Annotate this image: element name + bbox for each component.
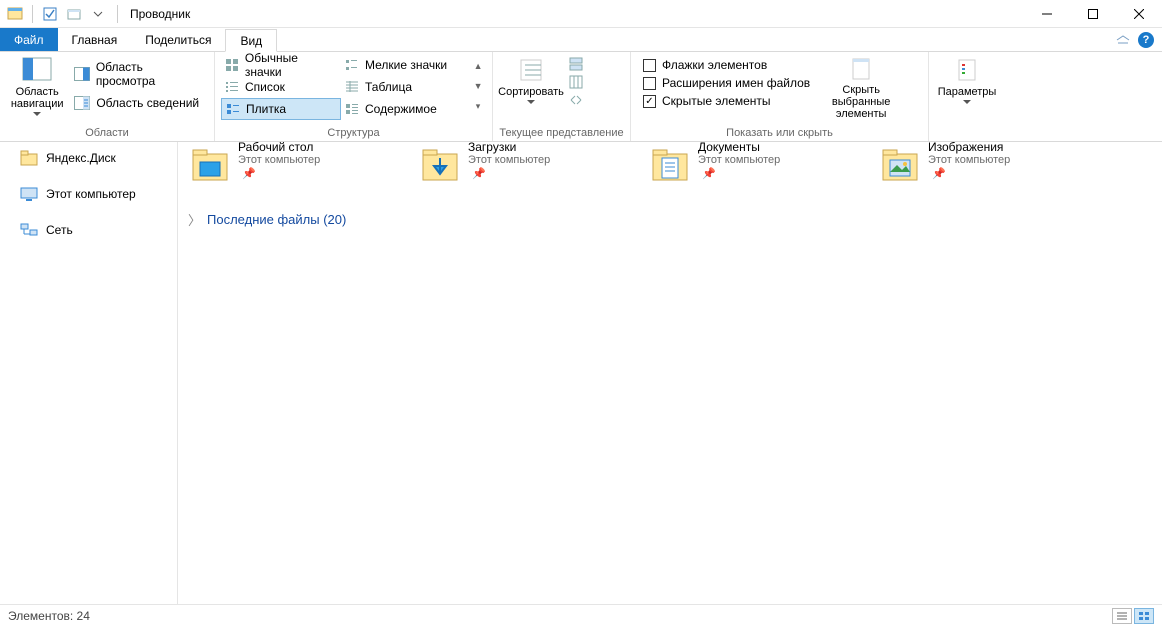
view-regular-icons[interactable]: Обычные значки [221,54,341,76]
folder-desktop-icon [190,144,230,184]
file-view[interactable]: Рабочий стол Этот компьютер 📌 Загрузки Э… [178,142,1162,604]
tab-file[interactable]: Файл [0,28,58,51]
status-count-value: 24 [77,609,90,623]
app-icon [4,3,26,25]
view-list[interactable]: Список [221,76,341,98]
status-details-view-button[interactable] [1112,608,1132,624]
group-currentview-label: Текущее представление [493,127,630,141]
minimize-ribbon-button[interactable] [1116,35,1130,45]
hide-selected-button[interactable]: Скрыть выбранные элементы [816,54,906,122]
close-button[interactable] [1116,0,1162,28]
navigation-pane-button[interactable]: Область навигации [6,54,68,119]
folder-documents-icon [650,144,690,184]
folder-downloads-icon [420,144,460,184]
quick-properties-button[interactable] [39,3,61,25]
pin-icon: 📌 [932,168,946,180]
file-extensions-toggle[interactable]: Расширения имен файлов [643,76,810,90]
hidden-items-toggle[interactable]: ✓ Скрытые элементы [643,94,810,108]
maximize-button[interactable] [1070,0,1116,28]
details-pane-button[interactable]: Область сведений [70,94,206,112]
sort-button[interactable]: Сортировать [499,54,563,107]
tile-location: Этот компьютер [698,154,780,166]
tab-view[interactable]: Вид [225,29,277,52]
group-layout-label: Структура [215,127,492,141]
ribbon-tabs: Файл Главная Поделиться Вид ? [0,28,1162,52]
quick-customize-button[interactable] [87,3,109,25]
group-panes-label: Области [0,127,214,141]
checkbox-icon [643,77,656,90]
tile-downloads[interactable]: Загрузки Этот компьютер 📌 [418,142,638,186]
layout-scroll-up[interactable]: ▲ [472,56,484,76]
item-checkboxes-toggle[interactable]: Флажки элементов [643,58,810,72]
sidebar-item-label: Этот компьютер [46,187,136,201]
status-bar: Элементов: 24 [0,604,1162,626]
view-tiles[interactable]: Плитка [221,98,341,120]
view-details[interactable]: Таблица [341,76,461,98]
help-button[interactable]: ? [1138,32,1154,48]
layout-more-button[interactable]: ▾ [472,96,484,116]
sidebar-item-label: Яндекс.Диск [46,151,116,165]
layout-scroll-down[interactable]: ▼ [472,76,484,96]
pin-icon: 📌 [472,168,486,180]
tile-location: Этот компьютер [468,154,550,166]
add-columns-button[interactable] [567,74,585,90]
group-showhide-label: Показать или скрыть [631,127,928,141]
sidebar-item-network[interactable]: Сеть [0,218,177,242]
pin-icon: 📌 [702,168,716,180]
status-count-label: Элементов: [8,609,73,623]
options-button[interactable]: Параметры [935,54,999,107]
sidebar-item-yandex-disk[interactable]: Яндекс.Диск [0,146,177,170]
tile-name: Изображения [928,142,1010,154]
tile-name: Документы [698,142,780,154]
tab-share[interactable]: Поделиться [131,28,225,51]
folder-pictures-icon [880,144,920,184]
minimize-button[interactable] [1024,0,1070,28]
checkbox-icon [643,59,656,72]
view-small-icons[interactable]: Мелкие значки [341,54,461,76]
tile-documents[interactable]: Документы Этот компьютер 📌 [648,142,868,186]
tile-pictures[interactable]: Изображения Этот компьютер 📌 [878,142,1098,186]
sidebar-item-label: Сеть [46,223,73,237]
navigation-sidebar: Яндекс.Диск Этот компьютер Сеть [0,142,178,604]
recent-files-section[interactable]: 〉 Последние файлы (20) [188,210,1152,229]
tab-home[interactable]: Главная [58,28,132,51]
recent-files-label: Последние файлы (20) [207,212,346,227]
group-by-button[interactable] [567,56,585,72]
tile-name: Рабочий стол [238,142,320,154]
tile-location: Этот компьютер [238,154,320,166]
window-title: Проводник [122,7,198,21]
tile-desktop[interactable]: Рабочий стол Этот компьютер 📌 [188,142,408,186]
size-columns-button[interactable] [567,92,585,108]
view-content[interactable]: Содержимое [341,98,461,120]
status-tiles-view-button[interactable] [1134,608,1154,624]
pin-icon: 📌 [242,168,256,180]
sidebar-item-this-pc[interactable]: Этот компьютер [0,182,177,206]
preview-pane-button[interactable]: Область просмотра [70,58,206,90]
quick-new-folder-button[interactable] [63,3,85,25]
checkbox-checked-icon: ✓ [643,95,656,108]
tile-name: Загрузки [468,142,550,154]
title-bar: Проводник [0,0,1162,28]
chevron-right-icon: 〉 [188,210,201,229]
tile-location: Этот компьютер [928,154,1010,166]
navigation-pane-label: Область навигации [10,86,64,110]
ribbon: Область навигации Область просмотра Обла… [0,52,1162,142]
